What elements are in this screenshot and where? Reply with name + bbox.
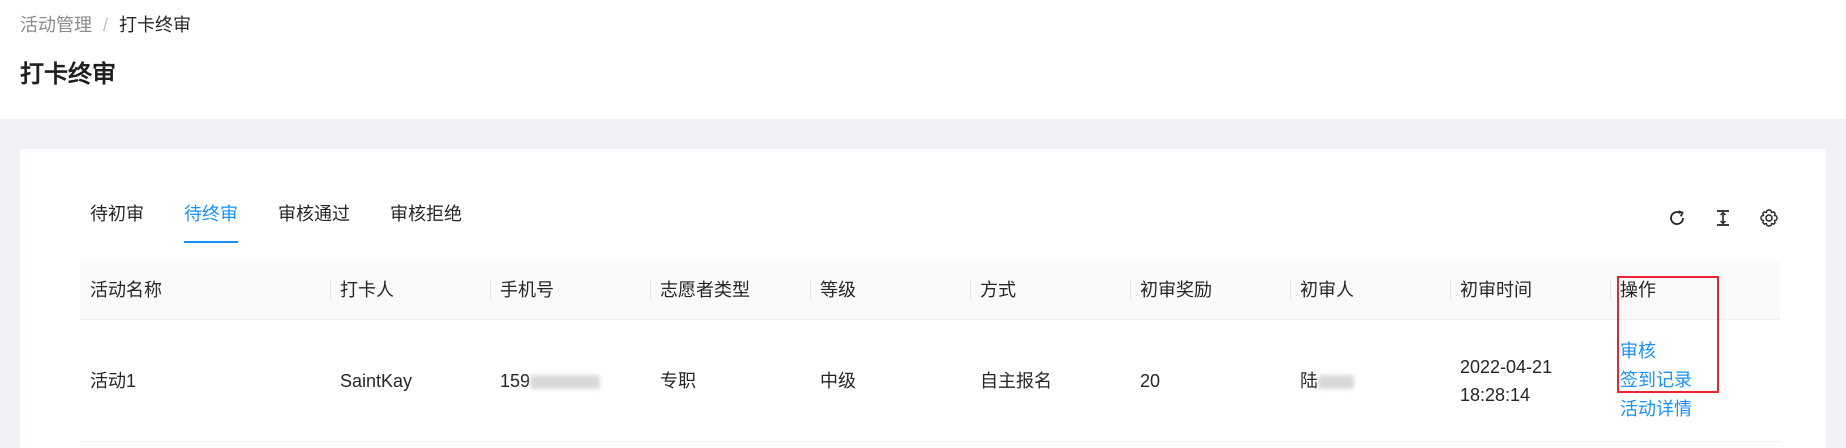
checkin-records-link[interactable]: 签到记录 [1620,366,1780,395]
column-header-reward: 初审奖励 [1130,278,1290,302]
table-header: 活动名称 打卡人 手机号 志愿者类型 等级 方式 初审奖励 初审人 初审时间 操… [80,261,1780,320]
masked-phone-digits [530,374,601,389]
phone-prefix: 159 [500,370,531,391]
page-title: 打卡终审 [20,61,116,88]
page-header: 活动管理 / 打卡终审 打卡终审 [0,0,1846,119]
cell-review-time: 2022-04-21 18:28:14 [1450,353,1610,409]
masked-reviewer-name [1318,374,1354,389]
breadcrumb-current: 打卡终审 [119,15,192,35]
review-date: 2022-04-21 [1460,356,1553,377]
table-row: 活动1 SaintKay 159 专职 中级 自主报名 20 陆 2022-04… [80,276,1780,442]
column-header-level: 等级 [810,278,970,302]
cell-activity: 活动1 [90,370,137,391]
reload-icon[interactable] [1665,206,1689,230]
tab-approved[interactable]: 审核通过 [278,201,350,243]
breadcrumb-activity-management[interactable]: 活动管理 [20,13,92,37]
tab-rejected[interactable]: 审核拒绝 [390,201,462,243]
cell-phone: 159 [490,367,650,395]
breadcrumb-separator: / [103,15,109,35]
cell-reviewer: 陆 [1290,367,1450,395]
action-links: 审核 签到记录 活动详情 [1620,337,1780,424]
tab-pending-final-review[interactable]: 待终审 [184,201,238,243]
cell-person: SaintKay [340,370,413,391]
column-header-volunteer-type: 志愿者类型 [650,278,810,302]
review-table: 活动名称 打卡人 手机号 志愿者类型 等级 方式 初审奖励 初审人 初审时间 操… [80,261,1780,442]
review-tabs: 待初审 待终审 审核通过 审核拒绝 [90,201,502,243]
setting-icon[interactable] [1757,206,1781,230]
content-card: 待初审 待终审 审核通过 审核拒绝 活动名称 打卡人 手机号 志愿者类型 等级 … [20,149,1826,448]
cell-level: 中级 [820,370,856,391]
cell-actions: 审核 签到记录 活动详情 [1610,276,1780,424]
cell-reward: 20 [1140,370,1161,391]
tab-pending-first-review[interactable]: 待初审 [90,201,144,243]
cell-method: 自主报名 [980,370,1052,391]
column-header-phone: 手机号 [490,278,650,302]
review-clock-time: 18:28:14 [1460,384,1531,405]
activity-details-link[interactable]: 活动详情 [1620,395,1780,424]
column-header-activity: 活动名称 [90,280,162,300]
column-header-person: 打卡人 [330,278,490,302]
table-toolbar [1665,206,1781,230]
column-header-reviewer: 初审人 [1290,278,1450,302]
column-header-review-time: 初审时间 [1450,278,1610,302]
reviewer-prefix: 陆 [1300,370,1318,391]
cell-volunteer-type: 专职 [660,370,696,391]
column-header-method: 方式 [970,278,1130,302]
column-height-icon[interactable] [1711,206,1735,230]
breadcrumb: 活动管理 / 打卡终审 [20,13,191,37]
review-action-link[interactable]: 审核 [1620,337,1780,366]
